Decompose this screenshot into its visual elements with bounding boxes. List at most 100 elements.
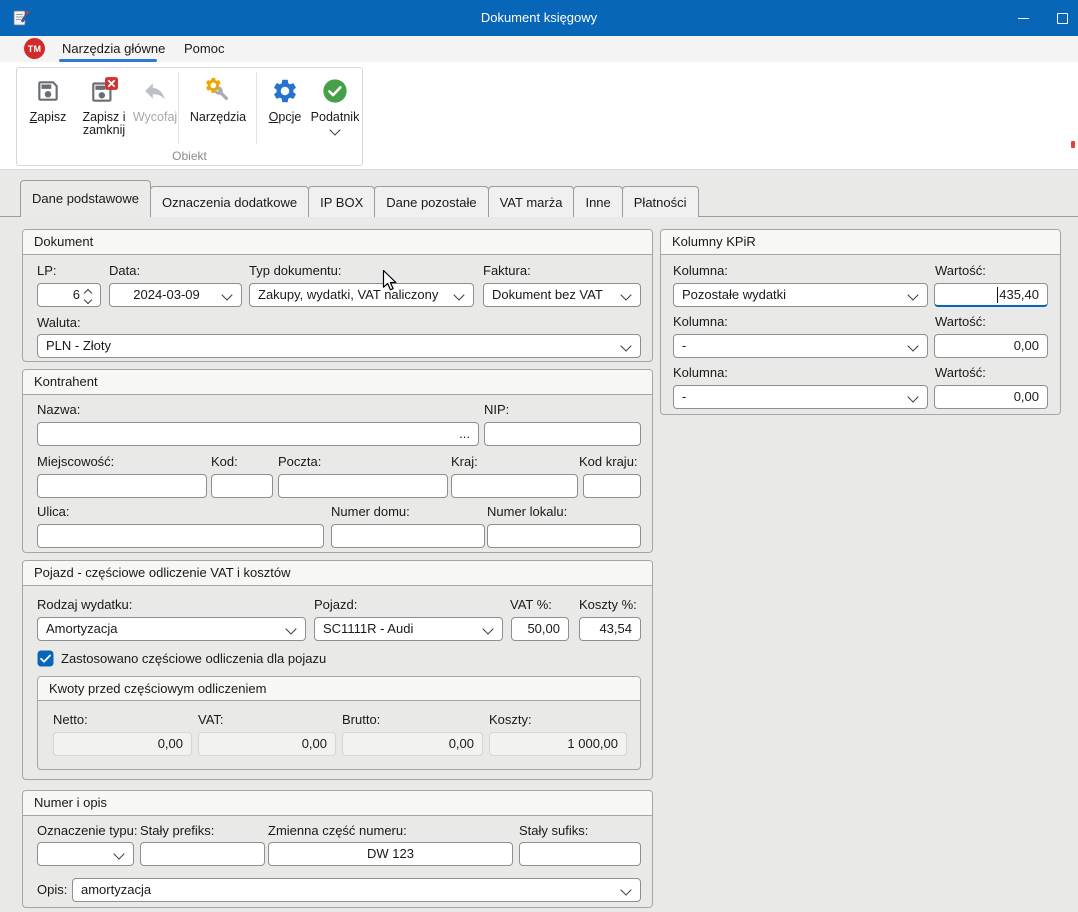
- mouse-cursor: [382, 269, 399, 295]
- numer-lokalu-input[interactable]: [487, 524, 641, 548]
- tab-vat-marza[interactable]: VAT marża: [488, 186, 575, 217]
- narzedzia-label: Narzędzia: [190, 111, 246, 124]
- typ-dokumentu-dropdown[interactable]: Zakupy, wydatki, VAT naliczony: [249, 283, 474, 307]
- waluta-dropdown[interactable]: PLN - Złoty: [37, 334, 641, 358]
- staly-sufiks-input[interactable]: [519, 842, 641, 866]
- window-title: Dokument księgowy: [0, 0, 1078, 36]
- opcje-button[interactable]: Opcje: [262, 71, 308, 147]
- staly-prefiks-input[interactable]: [140, 842, 265, 866]
- tab-dane-pozostale[interactable]: Dane pozostałe: [374, 186, 488, 217]
- numer-domu-label: Numer domu:: [331, 504, 410, 519]
- group-numer-i-opis: Numer i opis Oznaczenie typu: Stały pref…: [22, 790, 653, 908]
- kraj-label: Kraj:: [451, 454, 478, 469]
- ribbon-tab-row: TM Narzędzia główne Pomoc: [0, 36, 1078, 62]
- chevron-down-icon: [907, 340, 918, 351]
- ulica-input[interactable]: [37, 524, 324, 548]
- faktura-dropdown[interactable]: Dokument bez VAT: [483, 283, 641, 307]
- miejscowosc-input[interactable]: [37, 474, 207, 498]
- zapisz-button[interactable]: Zapisz: [21, 71, 75, 147]
- minimize-button[interactable]: [1001, 0, 1046, 36]
- group-pojazd-title: Pojazd - częściowe odliczenie VAT i kosz…: [23, 561, 652, 586]
- czesciowe-odliczenia-checkbox[interactable]: [37, 650, 54, 667]
- brutto-label: Brutto:: [342, 712, 380, 727]
- ribbon-separator: [256, 72, 257, 144]
- chevron-down-icon: [620, 289, 631, 300]
- opis-dropdown[interactable]: amortyzacja: [72, 878, 641, 902]
- nazwa-input[interactable]: ...: [37, 422, 479, 446]
- kod-kraju-input[interactable]: [583, 474, 641, 498]
- undo-icon: [142, 74, 168, 108]
- zmienna-czesc-label: Zmienna część numeru:: [268, 823, 407, 838]
- wartosc-input-2[interactable]: 0,00: [934, 334, 1048, 358]
- tab-dane-podstawowe[interactable]: Dane podstawowe: [20, 180, 151, 217]
- kod-input[interactable]: [211, 474, 273, 498]
- kolumna-dropdown-1[interactable]: Pozostałe wydatki: [673, 283, 928, 307]
- chevron-down-icon: [329, 124, 340, 135]
- wartosc-label: Wartość:: [935, 314, 986, 329]
- typ-dokumentu-label: Typ dokumentu:: [249, 263, 342, 278]
- chevron-down-icon: [453, 289, 464, 300]
- ribbon-tab-pomoc[interactable]: Pomoc: [184, 36, 224, 62]
- minimize-icon: [1018, 18, 1029, 19]
- numer-domu-input[interactable]: [331, 524, 485, 548]
- pojazd-dropdown[interactable]: SC1111R - Audi: [314, 617, 503, 641]
- wycofaj-label: Wycofaj: [133, 111, 177, 124]
- chevron-down-icon: [907, 391, 918, 402]
- kolumna-dropdown-2[interactable]: -: [673, 334, 928, 358]
- oznaczenie-typu-dropdown[interactable]: [37, 842, 134, 866]
- kolumna-label: Kolumna:: [673, 263, 728, 278]
- waluta-label: Waluta:: [37, 315, 81, 330]
- koszty-label: Koszty:: [489, 712, 532, 727]
- wartosc-input-3[interactable]: 0,00: [934, 385, 1048, 409]
- kolumna-label: Kolumna:: [673, 365, 728, 380]
- podatnik-button[interactable]: Podatnik: [308, 71, 362, 147]
- oznaczenie-typu-label: Oznaczenie typu:: [37, 823, 137, 838]
- kolumna-dropdown-3[interactable]: -: [673, 385, 928, 409]
- vat-procent-input[interactable]: 50,00: [511, 617, 569, 641]
- kraj-input[interactable]: [451, 474, 578, 498]
- ribbon-group-label: Obiekt: [17, 149, 362, 163]
- spinner-icon[interactable]: [83, 284, 93, 307]
- group-kontrahent-title: Kontrahent: [23, 370, 652, 395]
- nip-label: NIP:: [484, 402, 509, 417]
- tools-icon: [202, 74, 234, 108]
- group-kwoty-title: Kwoty przed częściowym odliczeniem: [38, 677, 640, 701]
- lp-input[interactable]: 6: [37, 283, 101, 307]
- koszty-procent-input[interactable]: 43,54: [579, 617, 641, 641]
- narzedzia-button[interactable]: Narzędzia: [184, 71, 252, 147]
- pojazd-label: Pojazd:: [314, 597, 357, 612]
- tab-platnosci[interactable]: Płatności: [622, 186, 699, 217]
- zapisz-i-zamknij-button[interactable]: Zapisz i zamknij: [75, 71, 133, 147]
- wycofaj-button[interactable]: Wycofaj: [133, 71, 177, 147]
- numer-lokalu-label: Numer lokalu:: [487, 504, 567, 519]
- wartosc-label: Wartość:: [935, 263, 986, 278]
- zmienna-czesc-input[interactable]: DW 123: [268, 842, 513, 866]
- netto-input: 0,00: [53, 732, 192, 756]
- wartosc-input-1[interactable]: 435,40: [934, 283, 1048, 307]
- save-icon: [35, 74, 61, 108]
- tab-inne[interactable]: Inne: [573, 186, 622, 217]
- chevron-down-icon: [285, 623, 296, 634]
- group-dokument: Dokument LP: Data: Typ dokumentu: Faktur…: [22, 229, 653, 362]
- koszty-procent-label: Koszty %:: [579, 597, 637, 612]
- ellipsis-button[interactable]: ...: [459, 423, 470, 445]
- title-bar: Dokument księgowy: [0, 0, 1078, 36]
- tab-ip-box[interactable]: IP BOX: [308, 186, 375, 217]
- faktura-label: Faktura:: [483, 263, 531, 278]
- tab-oznaczenia-dodatkowe[interactable]: Oznaczenia dodatkowe: [150, 186, 309, 217]
- kolumna-label: Kolumna:: [673, 314, 728, 329]
- czesciowe-odliczenia-checkbox-label[interactable]: Zastosowano częściowe odliczenia dla poj…: [61, 651, 326, 666]
- nip-input[interactable]: [484, 422, 641, 446]
- podatnik-label: Podatnik: [311, 111, 360, 124]
- group-kolumny-kpir: Kolumny KPiR Kolumna: Wartość: Pozostałe…: [660, 229, 1061, 415]
- app-logo[interactable]: TM: [24, 38, 45, 59]
- data-dropdown[interactable]: 2024-03-09: [109, 283, 242, 307]
- group-numer-title: Numer i opis: [23, 791, 652, 816]
- lp-label: LP:: [37, 263, 57, 278]
- rodzaj-wydatku-dropdown[interactable]: Amortyzacja: [37, 617, 306, 641]
- maximize-button[interactable]: [1046, 0, 1078, 36]
- text-caret: [997, 287, 999, 303]
- poczta-input[interactable]: [278, 474, 448, 498]
- nazwa-label: Nazwa:: [37, 402, 80, 417]
- group-dokument-title: Dokument: [23, 230, 652, 255]
